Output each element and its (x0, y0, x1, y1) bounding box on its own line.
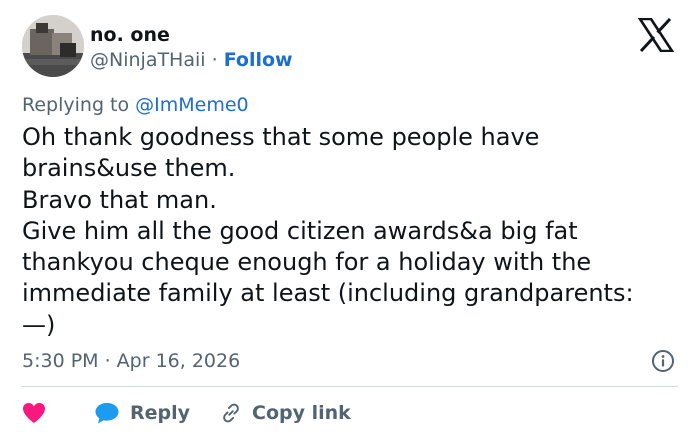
reply-button[interactable]: Reply (94, 401, 190, 425)
tweet-text: Oh thank goodness that some people have … (22, 122, 692, 341)
heart-icon (23, 403, 45, 423)
replying-to: Replying to @ImMeme0 (22, 94, 249, 116)
avatar-image (22, 15, 84, 77)
tweet-line: Oh thank goodness that some people have (22, 123, 540, 151)
author-handle[interactable]: @NinjaTHaii (90, 49, 206, 71)
avatar[interactable] (22, 15, 84, 77)
tweet-line: Give him all the good citizen awards&a b… (22, 216, 578, 245)
reply-label: Reply (130, 402, 191, 424)
tweet-line: immediate family at least (including gra… (22, 279, 634, 308)
action-bar: Reply Copy link (22, 398, 351, 428)
speech-bubble-icon (95, 403, 119, 424)
replying-to-handle[interactable]: @ImMeme0 (135, 94, 248, 116)
x-logo-icon[interactable] (638, 18, 674, 52)
tweet-line: Bravo that man. (22, 185, 217, 214)
tweet-line: —) (22, 310, 56, 339)
link-icon (223, 403, 239, 423)
copy-link-button[interactable]: Copy link (220, 402, 351, 424)
author-handle-row: @NinjaTHaii · Follow (90, 49, 293, 71)
replying-to-prefix: Replying to (22, 94, 136, 116)
divider (22, 386, 678, 387)
tweet-timestamp[interactable]: 5:30 PM · Apr 16, 2026 (22, 350, 240, 372)
follow-button[interactable]: Follow (224, 49, 293, 71)
author-name[interactable]: no. one (90, 24, 170, 46)
copy-link-label: Copy link (252, 402, 351, 424)
tweet-line: brains&use them. (22, 154, 236, 183)
handle-separator: · (205, 49, 224, 71)
info-icon[interactable] (651, 349, 675, 373)
like-button[interactable] (22, 398, 56, 428)
tweet-line: thankyou cheque enough for a holiday wit… (22, 248, 592, 277)
